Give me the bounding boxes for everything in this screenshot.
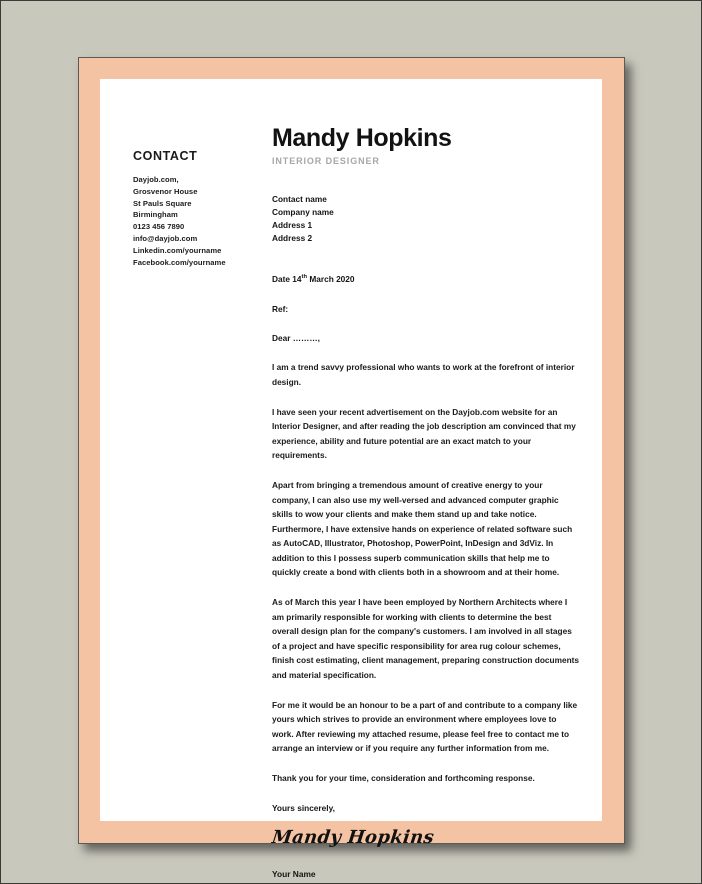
document-page: CONTACT Dayjob.com, Grosvenor House St P… xyxy=(100,79,602,879)
letter-closing: Yours sincerely, xyxy=(272,802,335,813)
candidate-role: INTERIOR DESIGNER xyxy=(272,156,380,167)
contact-line-phone: 0123 456 7890 xyxy=(133,222,185,232)
letter-column: Mandy Hopkins INTERIOR DESIGNER Contact … xyxy=(266,125,580,879)
letter-date: Date 14th March 2020 xyxy=(272,271,580,286)
letter-salutation: Dear ………, xyxy=(272,333,320,344)
recipient-address-block: Contact name Company name Address 1 Addr… xyxy=(272,193,580,245)
contact-column: CONTACT Dayjob.com, Grosvenor House St P… xyxy=(133,125,266,268)
contact-line-street: St Pauls Square xyxy=(133,198,192,208)
contact-line-building: Grosvenor House xyxy=(133,186,198,196)
letter-ref: Ref: xyxy=(272,303,289,314)
contact-line-linkedin: Linkedin.com/yourname xyxy=(133,245,222,255)
contact-heading: CONTACT xyxy=(133,149,198,163)
date-prefix: Date 14 xyxy=(272,273,302,284)
letter-paragraph-4: As of March this year I have been employ… xyxy=(272,597,580,681)
contact-line-facebook: Facebook.com/yourname xyxy=(133,257,226,267)
date-suffix: March 2020 xyxy=(307,273,355,284)
letter-paragraph-6: Thank you for your time, consideration a… xyxy=(272,773,535,784)
contact-line-email: info@dayjob.com xyxy=(133,233,198,243)
document-page-frame: CONTACT Dayjob.com, Grosvenor House St P… xyxy=(78,57,625,879)
letter-paragraph-5: For me it would be an honour to be a par… xyxy=(272,699,578,754)
letter-paragraph-2: I have seen your recent advertisement on… xyxy=(272,406,576,461)
contact-line-city: Birmingham xyxy=(133,210,178,220)
contact-details-list: Dayjob.com, Grosvenor House St Pauls Squ… xyxy=(133,174,266,268)
recipient-company-name: Company name xyxy=(272,207,334,218)
recipient-address-2: Address 2 xyxy=(272,232,313,243)
signature-printed-name: Your Name xyxy=(272,868,316,879)
letter-paragraph-1: I am a trend savvy professional who want… xyxy=(272,362,575,387)
handwritten-signature: Mandy Hopkins xyxy=(270,826,436,848)
letter-paragraph-3: Apart from bringing a tremendous amount … xyxy=(272,479,573,578)
candidate-name: Mandy Hopkins xyxy=(272,124,452,152)
contact-line-website: Dayjob.com, xyxy=(133,175,179,184)
recipient-contact-name: Contact name xyxy=(272,194,327,205)
recipient-address-1: Address 1 xyxy=(272,220,313,231)
screenshot-canvas: { "theme": { "background": "#c9c8bd", "b… xyxy=(0,0,702,884)
